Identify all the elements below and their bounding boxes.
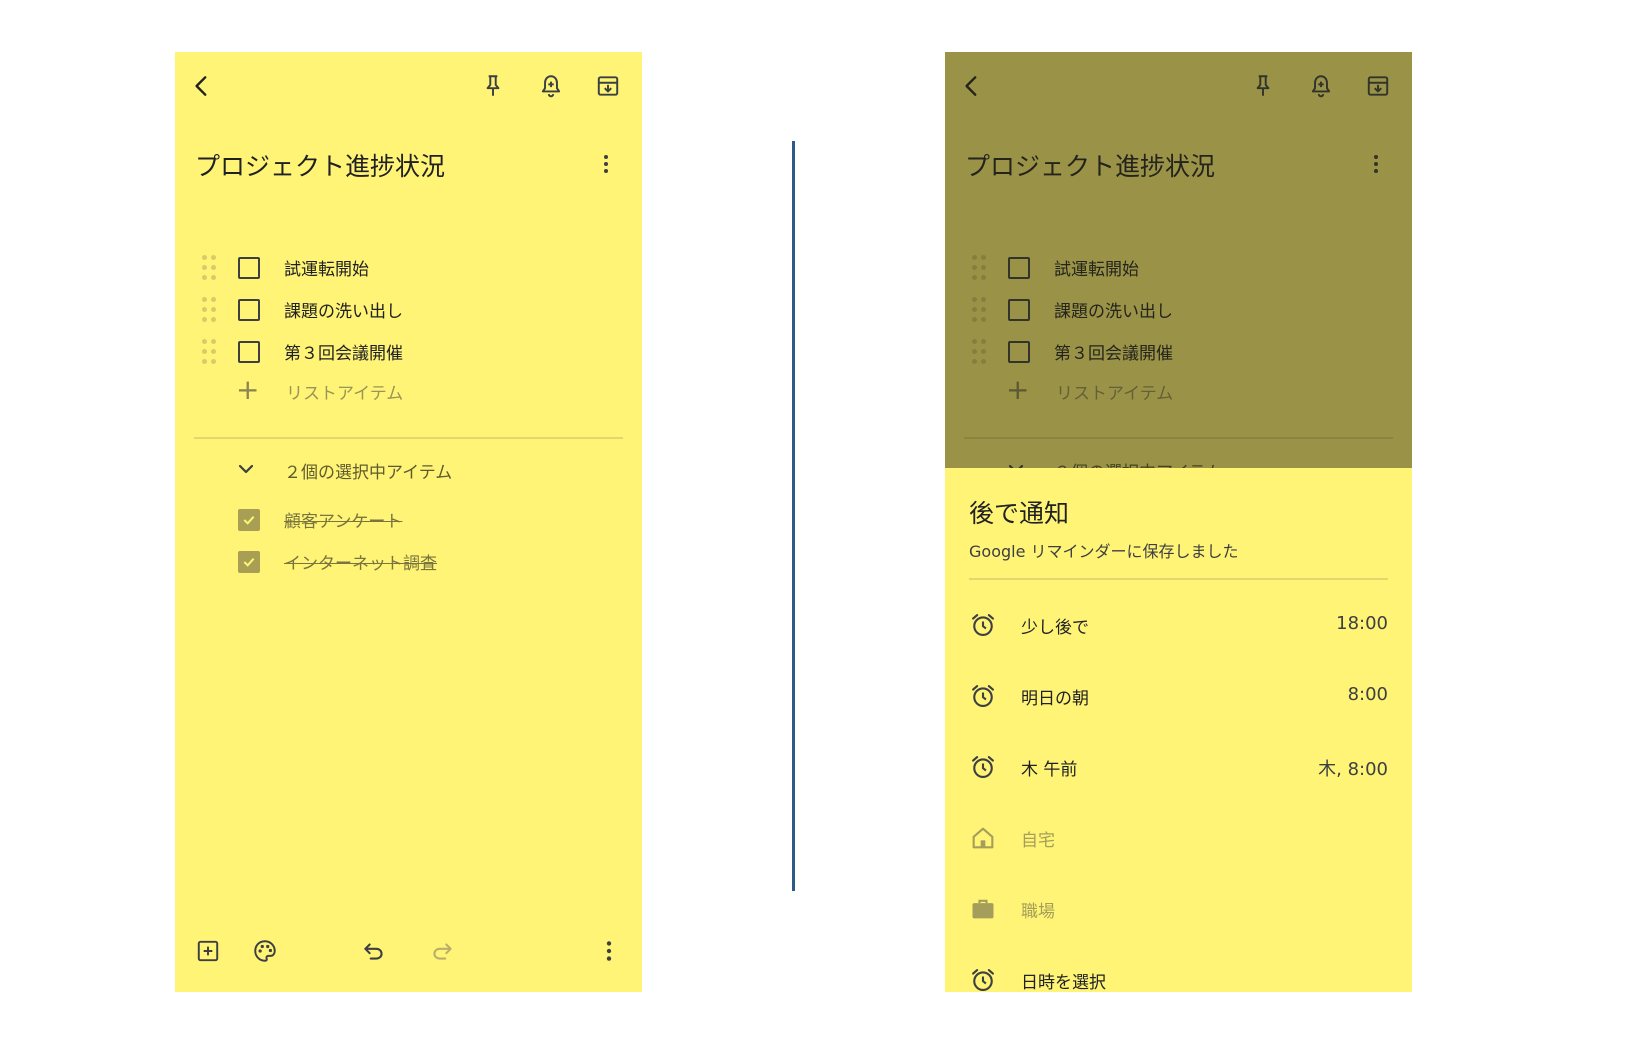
reminder-option-home[interactable]: 自宅 [945, 812, 1412, 862]
reminder-option-thursday-morning[interactable]: 木 午前 木, 8:00 [945, 741, 1412, 791]
palette-icon [254, 940, 276, 962]
more-vert-icon [604, 155, 608, 173]
add-box-icon [197, 940, 219, 962]
checked-list-item[interactable]: インターネット調査 [175, 541, 642, 581]
reminder-option-work[interactable]: 職場 [945, 883, 1412, 933]
alarm-icon [972, 685, 994, 707]
checked-items-toggle[interactable]: ２個の選択中アイテム [175, 449, 642, 489]
add-alert-icon [541, 75, 561, 98]
home-icon [972, 827, 994, 849]
redo-icon [433, 943, 452, 960]
drag-handle-icon[interactable] [202, 255, 218, 281]
top-app-bar [175, 52, 642, 122]
toolbar-more-button[interactable] [592, 934, 626, 968]
bottom-toolbar [175, 922, 642, 982]
list-item[interactable]: 課題の洗い出し [175, 289, 642, 329]
briefcase-icon [972, 899, 994, 919]
comparison-divider [792, 141, 795, 891]
item-checkbox[interactable] [238, 341, 260, 363]
reminder-button[interactable] [531, 66, 571, 106]
drag-handle-icon[interactable] [202, 297, 218, 323]
option-time: 木, 8:00 [1318, 759, 1388, 780]
item-label[interactable]: インターネット調査 [284, 549, 437, 574]
reminder-screen: プロジェクト進捗状況 試運転開始 課題の洗い出し 第３回会議開催 + リストアイ… [945, 52, 1412, 992]
note-title[interactable]: プロジェクト進捗状況 [195, 147, 445, 183]
check-icon [243, 515, 255, 525]
list-item[interactable]: 第３回会議開催 [175, 331, 642, 371]
color-palette-button[interactable] [248, 934, 282, 968]
undo-icon [364, 943, 383, 960]
option-label: 日時を選択 [1021, 973, 1106, 992]
check-icon [243, 557, 255, 567]
alarm-icon [972, 969, 994, 991]
reminder-option-pick-date-time[interactable]: 日時を選択 [945, 954, 1412, 992]
item-checkbox[interactable] [238, 299, 260, 321]
option-label: 少し後で [1021, 618, 1089, 638]
option-label: 職場 [1021, 902, 1055, 922]
add-box-button[interactable] [191, 934, 225, 968]
arrow-back-icon [195, 76, 207, 96]
option-label: 明日の朝 [1021, 689, 1089, 709]
checked-items-count: ２個の選択中アイテム [284, 463, 453, 483]
note-more-button[interactable] [586, 144, 626, 184]
redo-button[interactable] [425, 934, 459, 968]
archive-button[interactable] [588, 66, 628, 106]
add-icon: + [236, 373, 260, 406]
alarm-icon [972, 756, 994, 778]
option-label: 木 午前 [1021, 760, 1078, 780]
reminder-option-later-today[interactable]: 少し後で 18:00 [945, 599, 1412, 649]
item-label[interactable]: 顧客アンケート [284, 507, 402, 532]
option-label: 自宅 [1021, 831, 1055, 851]
archive-icon [597, 76, 619, 96]
add-list-item-row[interactable]: + リストアイテム [175, 371, 642, 411]
more-vert-icon [606, 941, 612, 961]
item-label[interactable]: 第３回会議開催 [284, 339, 403, 364]
note-editor-screen: プロジェクト進捗状況 試運転開始 課題の洗い出し 第３回会議開催 + リストアイ… [175, 52, 642, 992]
chevron-down-icon [238, 464, 254, 474]
drag-handle-icon[interactable] [202, 339, 218, 365]
undo-button[interactable] [357, 934, 391, 968]
pin-icon [486, 75, 500, 96]
option-time: 18:00 [1336, 613, 1388, 634]
item-checkbox-checked[interactable] [238, 551, 260, 573]
pin-button[interactable] [473, 66, 513, 106]
item-checkbox-checked[interactable] [238, 509, 260, 531]
add-list-item-placeholder[interactable]: リストアイテム [286, 379, 403, 404]
checked-divider [194, 437, 623, 439]
item-checkbox[interactable] [238, 257, 260, 279]
sheet-subtitle: Google リマインダーに保存しました [969, 542, 1239, 561]
sheet-divider [969, 578, 1388, 580]
reminder-bottom-sheet: 後で通知 Google リマインダーに保存しました 少し後で 18:00 明日の… [945, 468, 1412, 992]
checked-list-item[interactable]: 顧客アンケート [175, 499, 642, 539]
reminder-option-tomorrow-morning[interactable]: 明日の朝 8:00 [945, 670, 1412, 720]
item-label[interactable]: 課題の洗い出し [284, 297, 403, 322]
option-time: 8:00 [1347, 684, 1388, 705]
alarm-icon [972, 614, 994, 636]
list-item[interactable]: 試運転開始 [175, 247, 642, 287]
item-label[interactable]: 試運転開始 [284, 255, 369, 280]
back-button[interactable] [182, 66, 222, 106]
sheet-title: 後で通知 [969, 499, 1070, 528]
